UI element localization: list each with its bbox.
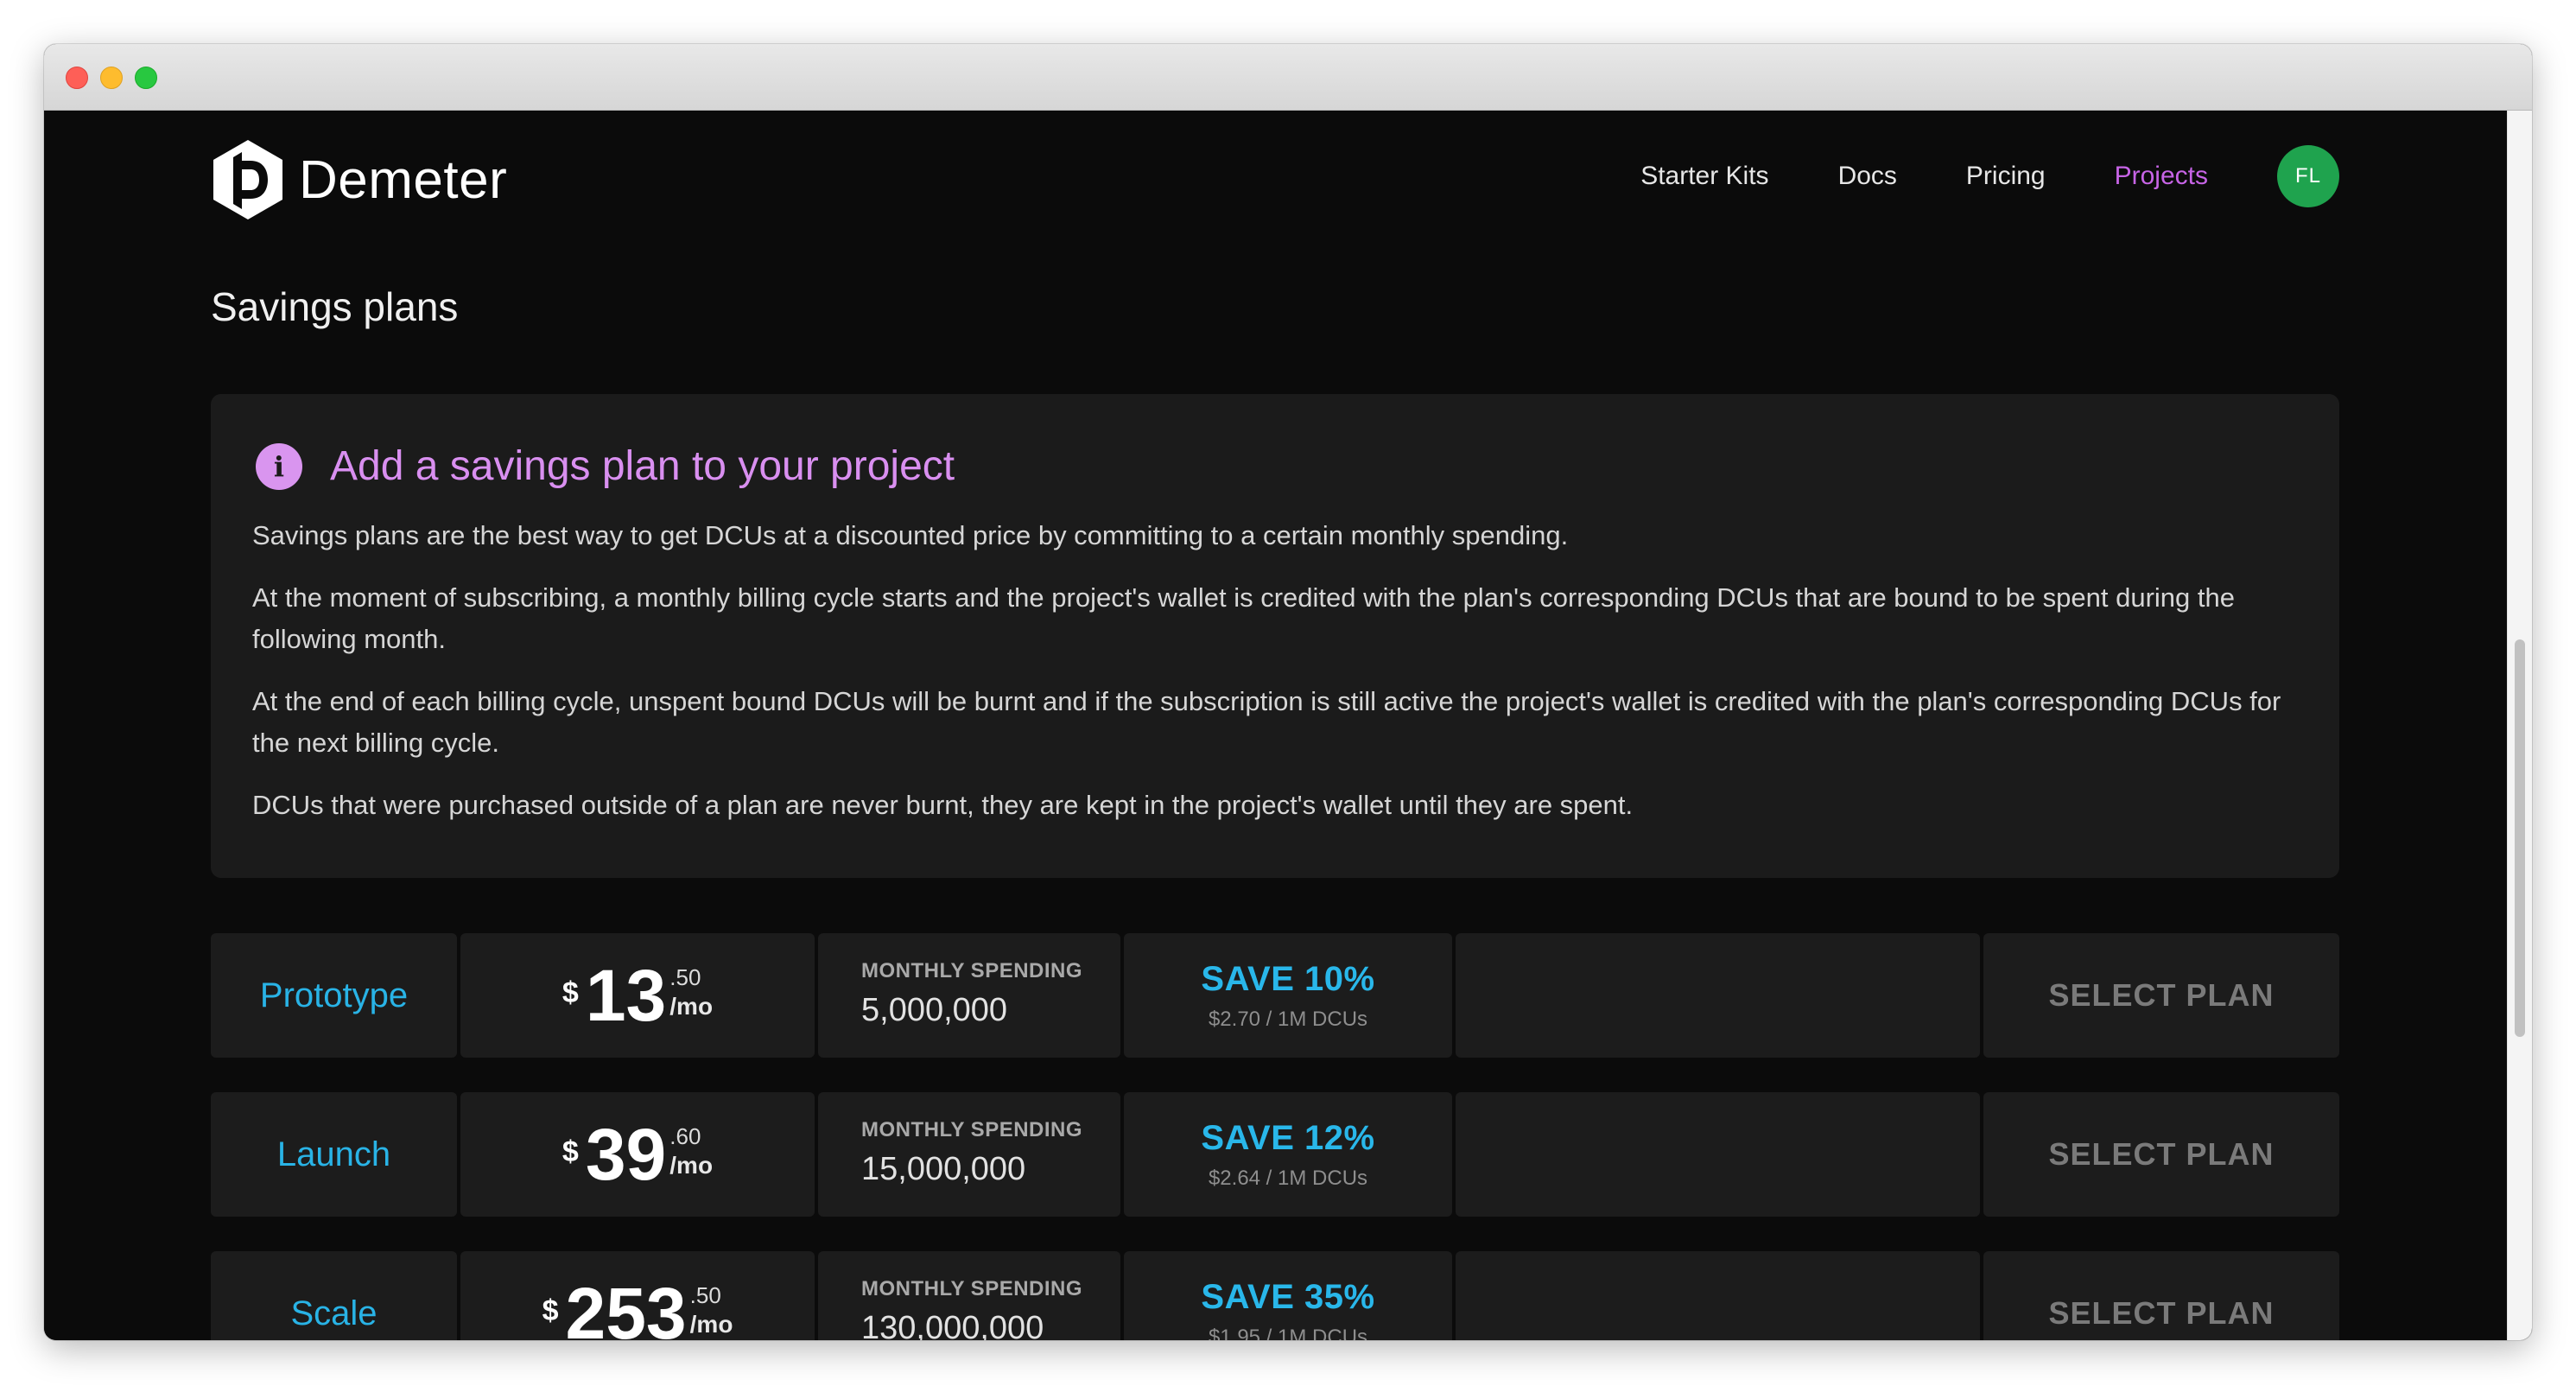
nav-pricing[interactable]: Pricing xyxy=(1966,162,2046,191)
price-period: /mo xyxy=(689,1311,733,1338)
plan-savings: SAVE 10% $2.70 / 1M DCUs xyxy=(1124,933,1452,1058)
select-plan-button[interactable]: SELECT PLAN xyxy=(1983,933,2339,1058)
page-title: Savings plans xyxy=(211,284,459,329)
spending-label: MONTHLY SPENDING xyxy=(861,1118,1083,1141)
plan-spacer xyxy=(1456,933,1980,1058)
plan-price: $ 39 .60 /mo xyxy=(460,1092,815,1217)
plan-row-prototype: Prototype $ 13 .50 /mo MONTHLY SPENDING … xyxy=(211,933,2339,1058)
demeter-logo-icon xyxy=(213,140,282,219)
save-rate: $1.95 / 1M DCUs xyxy=(1208,1325,1368,1341)
spending-label: MONTHLY SPENDING xyxy=(861,1277,1083,1300)
spending-value: 5,000,000 xyxy=(861,992,1008,1028)
nav-docs[interactable]: Docs xyxy=(1838,162,1897,191)
info-icon: i xyxy=(256,442,302,490)
info-body: Savings plans are the best way to get DC… xyxy=(252,515,2291,847)
save-percent: SAVE 12% xyxy=(1201,1118,1375,1157)
spending-label: MONTHLY SPENDING xyxy=(861,959,1083,982)
info-paragraph: DCUs that were purchased outside of a pl… xyxy=(252,790,1634,820)
plan-spending: MONTHLY SPENDING 5,000,000 xyxy=(818,933,1120,1058)
plan-savings: SAVE 12% $2.64 / 1M DCUs xyxy=(1124,1092,1452,1217)
info-panel: i Add a savings plan to your project Sav… xyxy=(211,394,2339,878)
plan-name: Launch xyxy=(211,1092,457,1217)
plan-price: $ 13 .50 /mo xyxy=(460,933,815,1058)
plan-spacer xyxy=(1456,1092,1980,1217)
plan-name: Prototype xyxy=(211,933,457,1058)
plan-spending: MONTHLY SPENDING 130,000,000 xyxy=(818,1251,1120,1340)
nav-projects[interactable]: Projects xyxy=(2115,162,2208,191)
scrollbar-thumb[interactable] xyxy=(2515,639,2525,1037)
page-scrollbar[interactable] xyxy=(2507,111,2532,1340)
brand-name: Demeter xyxy=(299,149,508,210)
top-nav: Starter Kits Docs Pricing Projects FL xyxy=(1571,145,2339,207)
plan-spacer xyxy=(1456,1251,1980,1340)
price-whole: 253 xyxy=(565,1273,687,1340)
select-plan-button[interactable]: SELECT PLAN xyxy=(1983,1092,2339,1217)
browser-window: Demeter Starter Kits Docs Pricing Projec… xyxy=(44,44,2532,1340)
save-rate: $2.64 / 1M DCUs xyxy=(1208,1166,1368,1190)
plan-savings: SAVE 35% $1.95 / 1M DCUs xyxy=(1124,1251,1452,1340)
price-currency: $ xyxy=(562,976,579,1009)
info-paragraph: Savings plans are the best way to get DC… xyxy=(252,520,1569,550)
save-percent: SAVE 35% xyxy=(1201,1277,1375,1316)
price-cents: .60 xyxy=(669,1123,701,1149)
price-currency: $ xyxy=(542,1294,559,1327)
plan-name: Scale xyxy=(211,1251,457,1340)
user-avatar[interactable]: FL xyxy=(2277,145,2339,207)
close-window-button[interactable] xyxy=(66,67,88,89)
price-period: /mo xyxy=(669,1152,714,1179)
brand-logo[interactable]: Demeter xyxy=(211,137,507,223)
save-rate: $2.70 / 1M DCUs xyxy=(1208,1007,1368,1031)
plan-row-scale: Scale $ 253 .50 /mo MONTHLY SPENDING 130… xyxy=(211,1251,2339,1340)
price-whole: 39 xyxy=(585,1114,667,1195)
price-cents: .50 xyxy=(689,1282,721,1308)
plan-spending: MONTHLY SPENDING 15,000,000 xyxy=(818,1092,1120,1217)
plan-price: $ 253 .50 /mo xyxy=(460,1251,815,1340)
price-currency: $ xyxy=(562,1135,579,1168)
plan-row-launch: Launch $ 39 .60 /mo MONTHLY SPENDING 15,… xyxy=(211,1092,2339,1217)
info-paragraph: At the moment of subscribing, a monthly … xyxy=(252,582,2235,654)
info-title: Add a savings plan to your project xyxy=(330,443,955,489)
select-plan-button[interactable]: SELECT PLAN xyxy=(1983,1251,2339,1340)
save-percent: SAVE 10% xyxy=(1201,959,1375,998)
page-viewport: Demeter Starter Kits Docs Pricing Projec… xyxy=(44,111,2532,1340)
spending-value: 130,000,000 xyxy=(861,1310,1044,1340)
price-whole: 13 xyxy=(585,955,667,1036)
maximize-window-button[interactable] xyxy=(135,67,157,89)
info-paragraph: At the end of each billing cycle, unspen… xyxy=(252,686,2281,758)
price-cents: .50 xyxy=(669,964,701,990)
minimize-window-button[interactable] xyxy=(100,67,123,89)
spending-value: 15,000,000 xyxy=(861,1151,1026,1187)
page-content: Demeter Starter Kits Docs Pricing Projec… xyxy=(211,111,2339,1340)
window-titlebar xyxy=(44,44,2532,111)
price-period: /mo xyxy=(669,993,714,1020)
info-header: i Add a savings plan to your project xyxy=(256,442,955,490)
nav-starter-kits[interactable]: Starter Kits xyxy=(1640,162,1768,191)
